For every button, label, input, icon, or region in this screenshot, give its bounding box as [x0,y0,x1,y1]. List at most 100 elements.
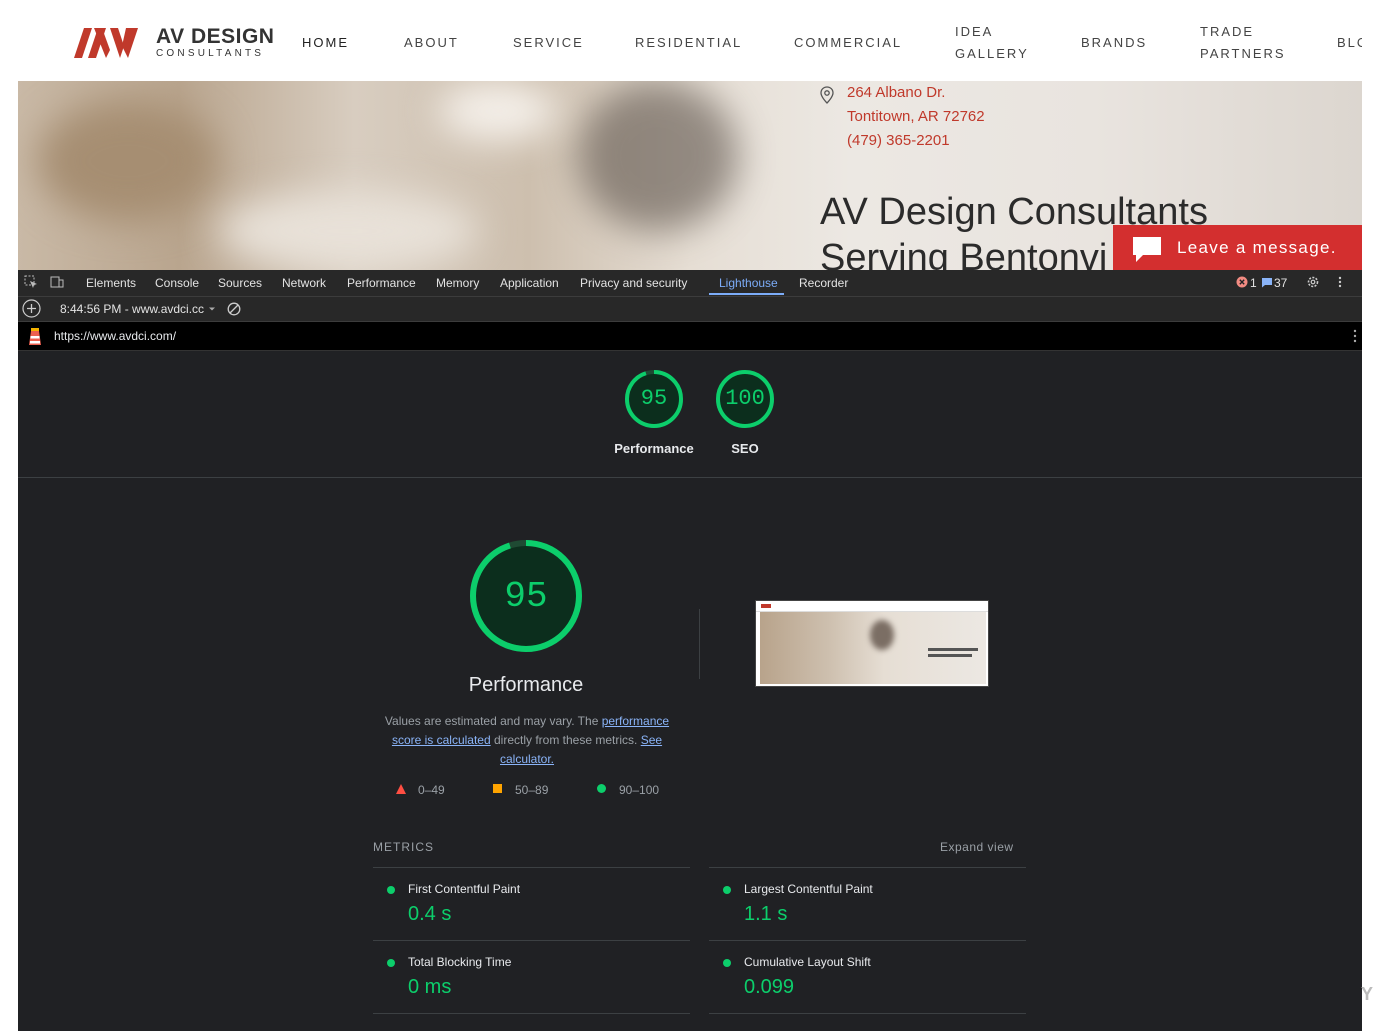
device-toolbar-icon[interactable] [50,275,64,289]
devtools-tab-bar: Elements Console Sources Network Perform… [18,270,1362,297]
av-logo-icon[interactable] [74,28,138,58]
address-line1[interactable]: 264 Albano Dr. [847,81,945,105]
metrics-header: METRICS [373,840,434,854]
legend-average-range: 50–89 [515,783,549,797]
score-summary: 95 Performance 100 SEO [18,351,1362,478]
square-icon [493,784,502,793]
leave-message-label: Leave a message. [1177,238,1337,257]
logo-text[interactable]: AV DESIGN CONSULTANTS [156,26,274,60]
nav-residential[interactable]: RESIDENTIAL [635,32,742,54]
metric-label: Cumulative Layout Shift [744,955,871,969]
nav-trade-partners-line2[interactable]: PARTNERS [1200,43,1286,65]
metric-largest-contentful-paint[interactable]: Largest Contentful Paint 1.1 s [709,867,1026,940]
hero-background-shape [38,101,218,221]
metric-cumulative-layout-shift[interactable]: Cumulative Layout Shift 0.099 [709,940,1026,1013]
thumb-text-line [928,648,978,651]
legend-fail-range: 0–49 [418,783,445,797]
metric-value: 0.4 s [408,903,452,925]
thumb-logo [761,604,771,608]
triangle-icon [396,784,406,794]
location-pin-icon [820,86,834,104]
address-line2[interactable]: Tontitown, AR 72762 [847,105,985,129]
tab-recorder[interactable]: Recorder [799,276,848,290]
chevron-down-icon[interactable] [208,305,216,313]
message-count[interactable]: 37 [1274,276,1287,290]
desc-text: Values are estimated and may vary. The [384,714,602,728]
tab-performance[interactable]: Performance [347,276,416,290]
seo-score: 100 [725,386,765,411]
legend-pass-range: 90–100 [619,783,660,797]
inspect-element-icon[interactable] [24,275,38,289]
circle-icon [597,784,606,793]
tab-console[interactable]: Console [155,276,199,290]
report-url[interactable]: https://www.avdci.com/ [54,329,176,343]
watermark-text: Y [1361,984,1374,1004]
report-url-bar: https://www.avdci.com/ [18,322,1362,351]
nav-commercial[interactable]: COMMERCIAL [794,32,902,54]
desc-text: directly from these metrics. [490,733,641,747]
tab-application[interactable]: Application [500,276,559,290]
clear-reports-icon[interactable] [227,302,241,316]
metric-value: 1.1 s [744,903,788,925]
error-icon[interactable] [1236,276,1248,288]
site-header: AV DESIGN CONSULTANTS HOME ABOUT SERVICE… [18,8,1362,81]
nav-idea-gallery-line1[interactable]: IDEA [955,21,993,43]
tab-network[interactable]: Network [282,276,326,290]
performance-description: Values are estimated and may vary. The p… [382,712,672,769]
phone-link[interactable]: (479) 365-2201 [847,129,950,153]
tab-sources[interactable]: Sources [218,276,262,290]
metric-label: Total Blocking Time [408,955,512,969]
vertical-divider [699,609,700,679]
nav-home[interactable]: HOME [302,32,349,54]
logo-title: AV DESIGN [156,25,275,48]
pass-dot-icon [387,959,395,967]
nav-trade-partners-line1[interactable]: TRADE [1200,21,1254,43]
metric-value: 0 ms [408,976,452,998]
thumb-header [756,601,988,612]
hero-background-shape [438,81,558,141]
lighthouse-logo-icon [29,328,41,345]
leave-message-button[interactable]: Leave a message. [1113,225,1362,271]
performance-score: 95 [640,386,668,411]
expand-view-toggle[interactable]: Expand view [940,840,1014,854]
seo-label: SEO [731,441,759,456]
browser-window: AV DESIGN CONSULTANTS HOME ABOUT SERVICE… [18,8,1362,1031]
more-options-icon[interactable] [1333,275,1347,289]
metric-label: Largest Contentful Paint [744,882,873,896]
metric-first-contentful-paint[interactable]: First Contentful Paint 0.4 s [373,867,690,940]
tab-privacy-security[interactable]: Privacy and security [580,276,687,290]
error-count[interactable]: 1 [1250,276,1257,290]
performance-title: Performance [468,674,584,696]
nav-idea-gallery-line2[interactable]: GALLERY [955,43,1029,65]
nav-service[interactable]: SERVICE [513,32,584,54]
lighthouse-report: 95 Performance 100 SEO 95 Performance Va… [18,351,1362,1031]
url-more-icon[interactable] [1352,329,1358,343]
nav-blog[interactable]: BLO [1337,32,1362,54]
new-report-plus-icon[interactable] [22,299,41,318]
final-screenshot-thumbnail[interactable] [755,600,989,687]
metric-row-partial [373,1013,690,1031]
thumb-text-line [928,654,972,657]
thumb-shape [870,620,894,650]
hero-background-shape [218,191,478,270]
thumb-hero [760,612,986,684]
report-selector[interactable]: 8:44:56 PM - www.avdci.cc [60,302,204,316]
settings-gear-icon[interactable] [1306,275,1320,289]
performance-label: Performance [614,441,694,456]
logo-subtitle: CONSULTANTS [156,48,265,59]
nav-about[interactable]: ABOUT [404,32,459,54]
tab-elements[interactable]: Elements [86,276,136,290]
nav-brands[interactable]: BRANDS [1081,32,1147,54]
metric-value: 0.099 [744,976,795,998]
tab-lighthouse[interactable]: Lighthouse [719,276,778,290]
message-icon[interactable] [1261,277,1273,288]
metric-row-partial [709,1013,1026,1031]
performance-score-large: 95 [504,576,548,617]
pass-dot-icon [387,886,395,894]
metric-total-blocking-time[interactable]: Total Blocking Time 0 ms [373,940,690,1013]
lighthouse-toolbar: 8:44:56 PM - www.avdci.cc [18,297,1362,322]
chat-bubble-icon [1133,237,1161,262]
metric-label: First Contentful Paint [408,882,521,896]
active-tab-indicator [709,293,784,295]
tab-memory[interactable]: Memory [436,276,479,290]
